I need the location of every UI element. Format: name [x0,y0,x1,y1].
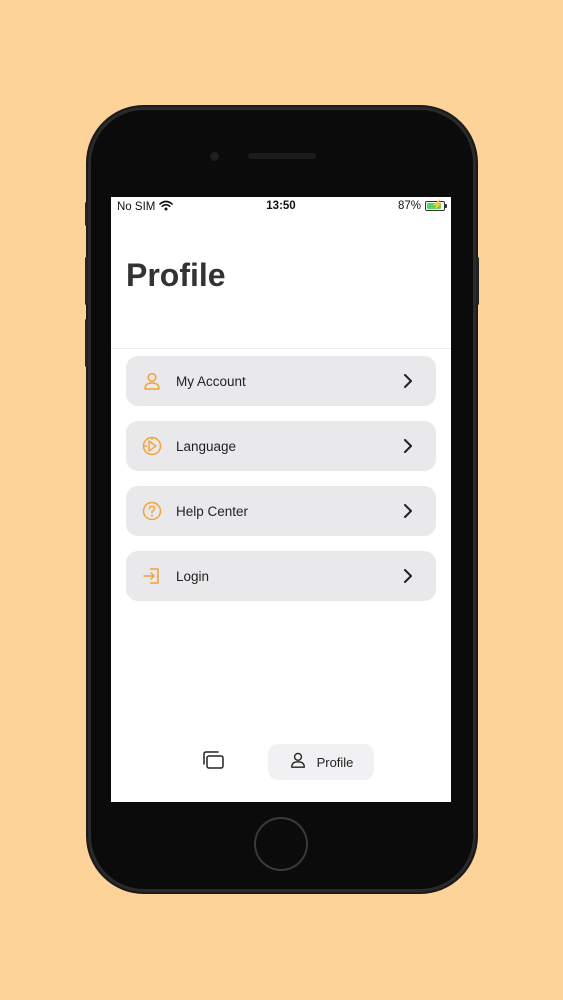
chevron-right-icon [398,436,418,456]
chevron-right-icon [398,371,418,391]
menu-item-help-center[interactable]: Help Center [126,486,436,536]
chevron-right-icon [398,566,418,586]
tab-home[interactable] [199,750,227,774]
tab-profile-label: Profile [316,754,354,770]
status-bar: No SIM 13:50 87% ⚡ [111,197,451,217]
menu-item-label: My Account [176,373,246,389]
tab-profile[interactable]: Profile [268,744,374,780]
menu-item-label: Language [176,438,237,454]
menu-item-label: Help Center [176,503,249,519]
user-icon [289,751,307,774]
help-circle-icon [140,499,164,523]
power-button [476,257,479,305]
volume-up-button [85,257,88,305]
menu-item-label: Login [176,568,210,584]
front-camera [210,152,219,161]
language-globe-icon [140,434,164,458]
earpiece-speaker [248,153,316,159]
chevron-right-icon [398,501,418,521]
mute-switch [85,202,88,226]
header-divider [111,348,451,349]
menu-item-my-account[interactable]: My Account [126,356,436,406]
app-screen: No SIM 13:50 87% ⚡ Profile My Account La… [111,197,451,802]
user-icon [140,369,164,393]
login-icon [140,564,164,588]
battery-percent: 87% [397,200,421,212]
home-button[interactable] [254,817,308,871]
page-title: Profile [126,257,226,293]
volume-down-button [85,319,88,367]
cards-icon [201,750,225,775]
menu-item-language[interactable]: Language [126,421,436,471]
battery-charging-icon: ⚡ [425,200,447,211]
tab-bar: Profile [111,737,451,787]
menu-item-login[interactable]: Login [126,551,436,601]
